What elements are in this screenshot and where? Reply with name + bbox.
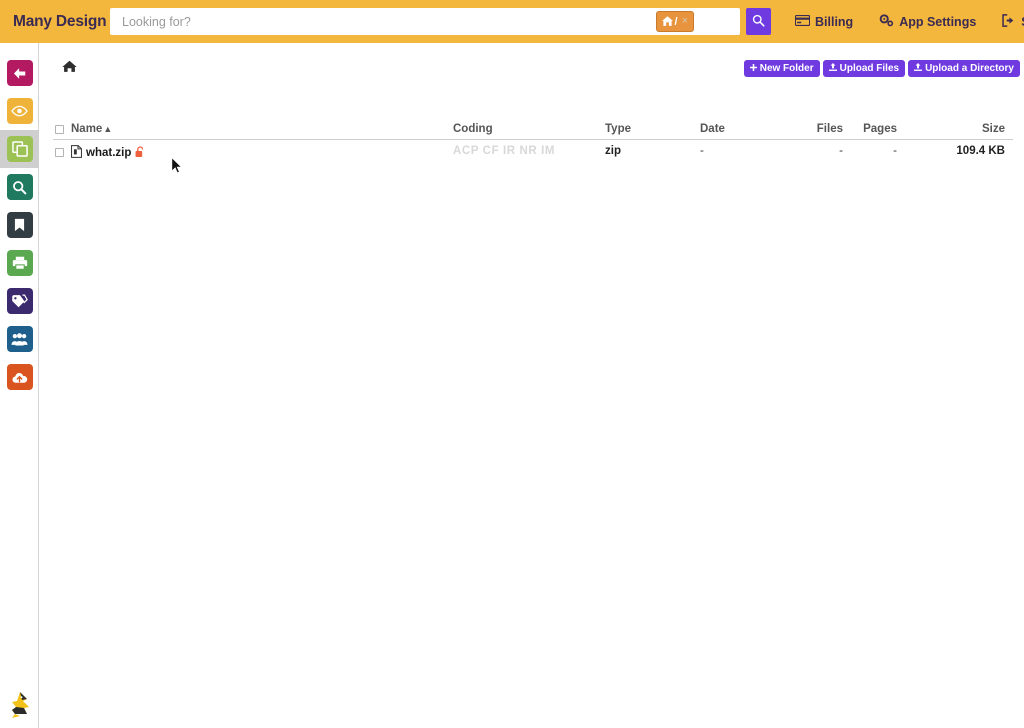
main-content: New Folder Upload Files (40, 43, 1024, 728)
bird-logo (7, 690, 33, 720)
nav-app-settings[interactable]: App Settings (879, 14, 976, 30)
users-icon (7, 326, 33, 352)
pages-cell: - (853, 145, 897, 157)
column-header-type[interactable]: Type (605, 123, 631, 135)
action-toolbar: New Folder Upload Files (744, 60, 1020, 77)
breadcrumb[interactable] (62, 60, 77, 78)
sidebar-item-users[interactable] (0, 320, 39, 358)
search-icon (7, 174, 33, 200)
plus-icon (750, 63, 757, 74)
caret-up-icon: ▲ (103, 124, 112, 134)
upload-files-label: Upload Files (840, 63, 899, 74)
gears-icon (879, 14, 894, 30)
eye-icon (7, 98, 33, 124)
coding-cell: ACP CF IR NR IM (453, 145, 555, 157)
size-cell: 109.4 KB (953, 145, 1005, 157)
top-nav: Billing App Settings (795, 14, 1024, 30)
top-bar: Many Design / × (0, 0, 1024, 43)
app-root: Many Design / × (0, 0, 1024, 728)
sidebar-item-back[interactable] (0, 54, 39, 92)
table-header: Name ▲ Coding Type Date Files Pages Size (53, 123, 1013, 140)
bookmark-icon (7, 212, 33, 238)
search-path-badge[interactable]: / × (656, 11, 695, 32)
column-header-size[interactable]: Size (953, 123, 1005, 135)
new-folder-label: New Folder (760, 63, 814, 74)
cloud-upload-icon (7, 364, 33, 390)
nav-sign-out[interactable]: Sign out (1002, 14, 1024, 30)
mouse-cursor (171, 157, 183, 175)
upload-icon (829, 63, 837, 74)
unlock-icon[interactable] (135, 146, 145, 161)
table-row[interactable]: what.zip ACP CF IR NR IM zip - - - 109.4… (53, 145, 1013, 163)
upload-files-button[interactable]: Upload Files (823, 60, 905, 77)
sidebar-item-preview[interactable] (0, 92, 39, 130)
column-header-files[interactable]: Files (803, 123, 843, 135)
sidebar-item-print[interactable] (0, 244, 39, 282)
nav-app-settings-label: App Settings (899, 15, 976, 29)
file-archive-icon (71, 145, 82, 161)
column-header-coding[interactable]: Coding (453, 123, 493, 135)
upload-directory-label: Upload a Directory (925, 63, 1014, 74)
credit-card-icon (795, 15, 810, 29)
home-icon[interactable] (62, 60, 77, 78)
search-input[interactable] (110, 8, 740, 35)
sidebar-item-bookmarks[interactable] (0, 206, 39, 244)
nav-billing-label: Billing (815, 15, 853, 29)
upload-directory-button[interactable]: Upload a Directory (908, 60, 1020, 77)
new-folder-button[interactable]: New Folder (744, 60, 820, 77)
path-separator: / (675, 16, 678, 28)
home-icon (662, 13, 673, 31)
sidebar (0, 43, 39, 728)
search-button[interactable] (746, 8, 771, 35)
sign-out-icon (1002, 14, 1016, 30)
column-header-date[interactable]: Date (700, 123, 725, 135)
sidebar-item-tags[interactable] (0, 282, 39, 320)
column-header-pages[interactable]: Pages (853, 123, 897, 135)
date-cell: - (700, 145, 704, 157)
file-name-cell[interactable]: what.zip (71, 145, 145, 161)
files-cell: - (803, 145, 843, 157)
copy-icon (7, 136, 33, 162)
type-cell: zip (605, 145, 621, 157)
printer-icon (7, 250, 33, 276)
search-area: / × (110, 8, 740, 35)
search-icon (752, 14, 765, 30)
arrow-left-icon (7, 60, 33, 86)
sidebar-item-files[interactable] (0, 130, 39, 168)
column-header-name-label: Name (71, 123, 102, 135)
file-name-label: what.zip (86, 147, 131, 159)
sidebar-item-search[interactable] (0, 168, 39, 206)
select-all-checkbox[interactable] (55, 125, 64, 134)
row-checkbox[interactable] (55, 148, 64, 157)
sidebar-item-upload[interactable] (0, 358, 39, 396)
app-brand: Many Design (0, 13, 110, 31)
close-icon[interactable]: × (682, 16, 688, 27)
nav-billing[interactable]: Billing (795, 15, 853, 29)
column-header-name[interactable]: Name ▲ (71, 123, 112, 135)
tags-icon (7, 288, 33, 314)
upload-icon (914, 63, 922, 74)
